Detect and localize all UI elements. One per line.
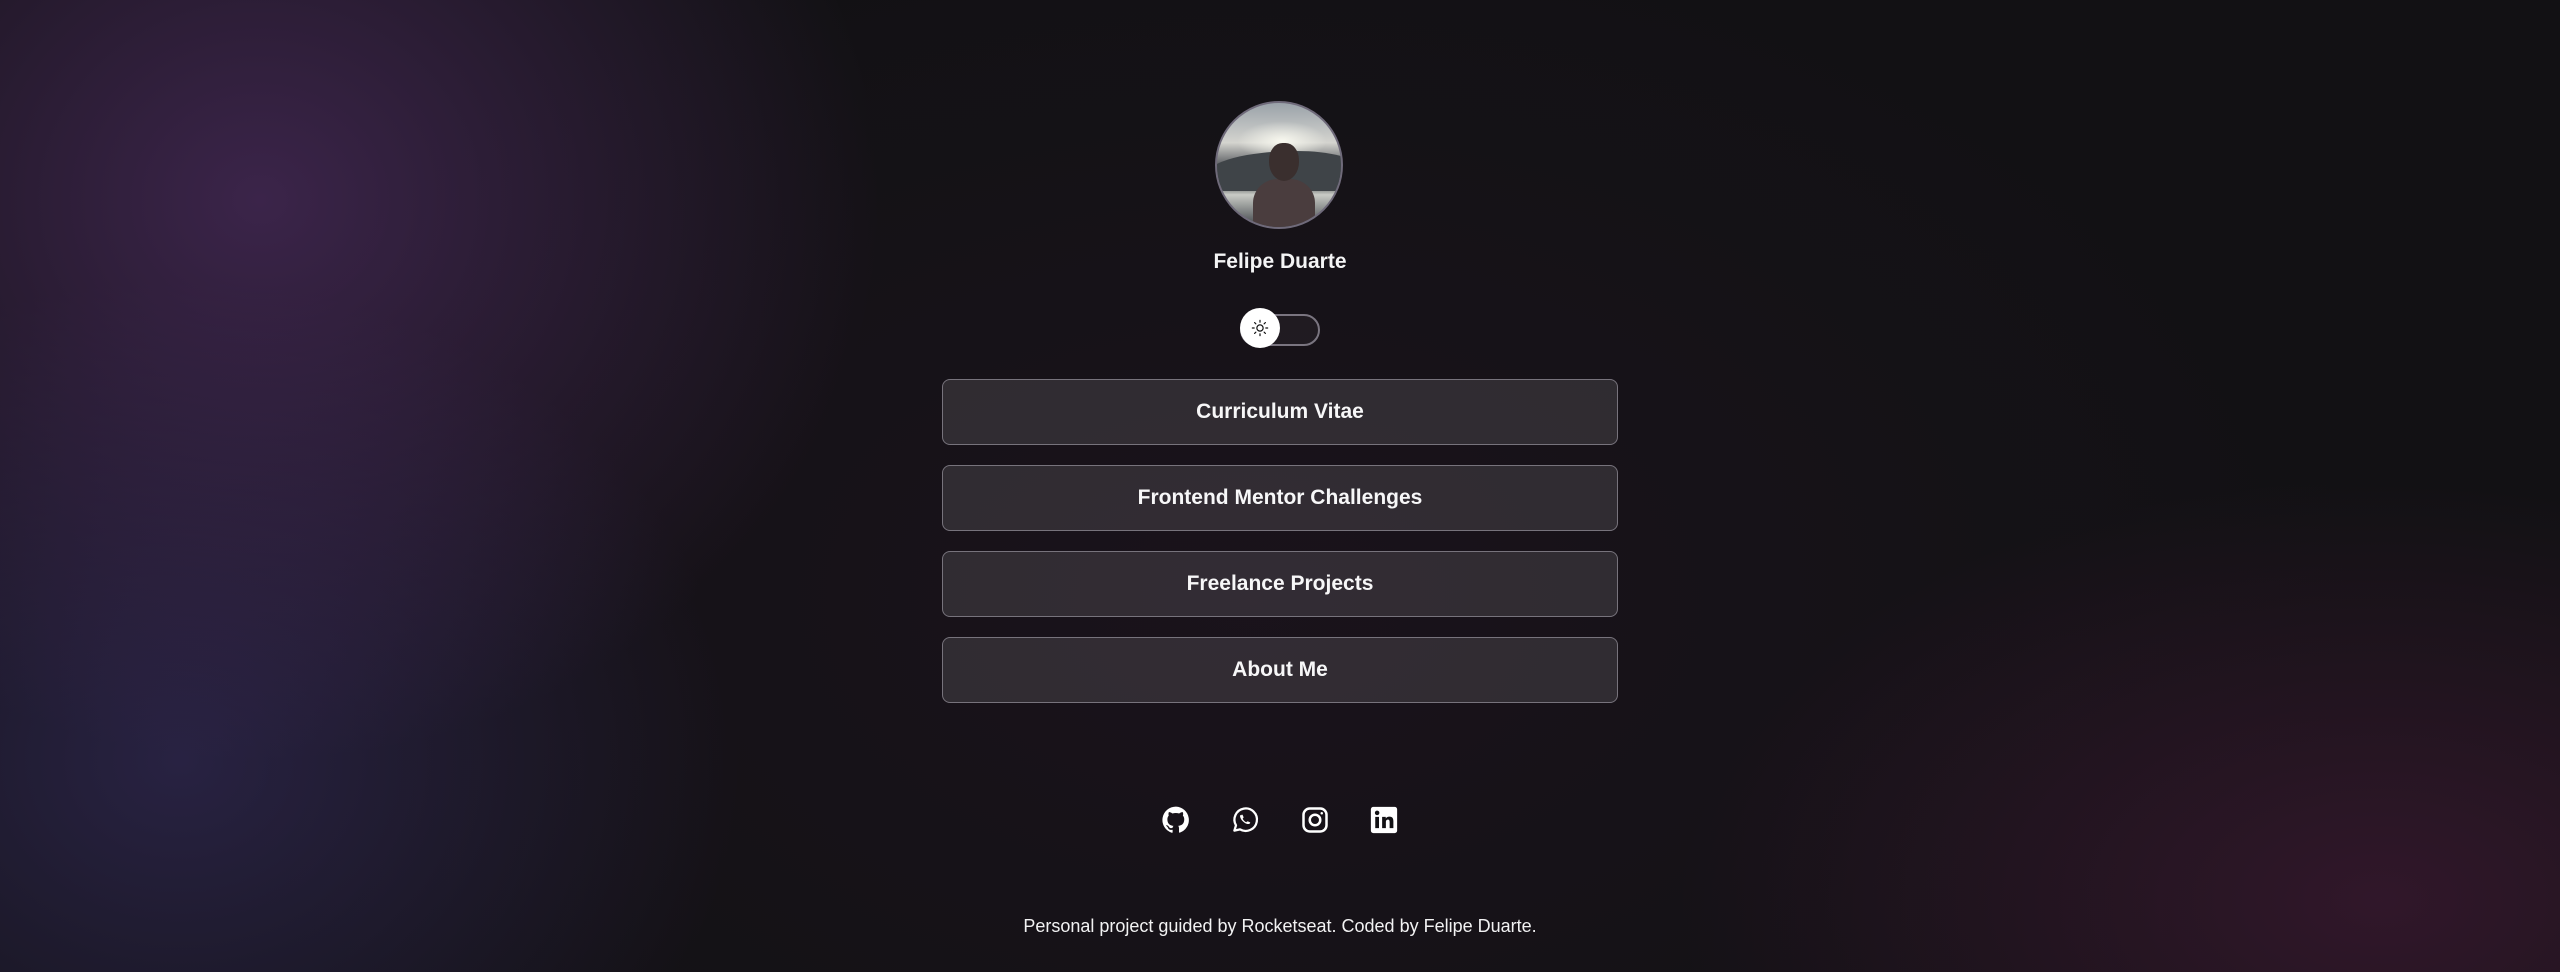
- social-links: [1150, 804, 1410, 844]
- theme-toggle-switch[interactable]: [1240, 308, 1320, 348]
- profile-name: Felipe Duarte: [1213, 250, 1347, 273]
- profile-page: Felipe Duarte Curriculum Vitae Frontend …: [0, 0, 2560, 972]
- profile-avatar: [1215, 101, 1343, 229]
- linkedin-icon[interactable]: [1368, 804, 1400, 836]
- frontend-mentor-challenges-button[interactable]: Frontend Mentor Challenges: [942, 465, 1618, 531]
- sun-icon: [1251, 319, 1269, 337]
- whatsapp-icon[interactable]: [1229, 804, 1261, 836]
- freelance-projects-button[interactable]: Freelance Projects: [942, 551, 1618, 617]
- avatar-person-head: [1269, 143, 1299, 181]
- instagram-icon[interactable]: [1299, 804, 1331, 836]
- about-me-button[interactable]: About Me: [942, 637, 1618, 703]
- curriculum-vitae-button[interactable]: Curriculum Vitae: [942, 379, 1618, 445]
- theme-toggle-knob[interactable]: [1240, 308, 1280, 348]
- link-list: Curriculum Vitae Frontend Mentor Challen…: [942, 379, 1618, 723]
- github-icon[interactable]: [1160, 804, 1192, 836]
- footer-credit: Personal project guided by Rocketseat. C…: [1023, 916, 1537, 936]
- avatar-person-body: [1253, 179, 1315, 227]
